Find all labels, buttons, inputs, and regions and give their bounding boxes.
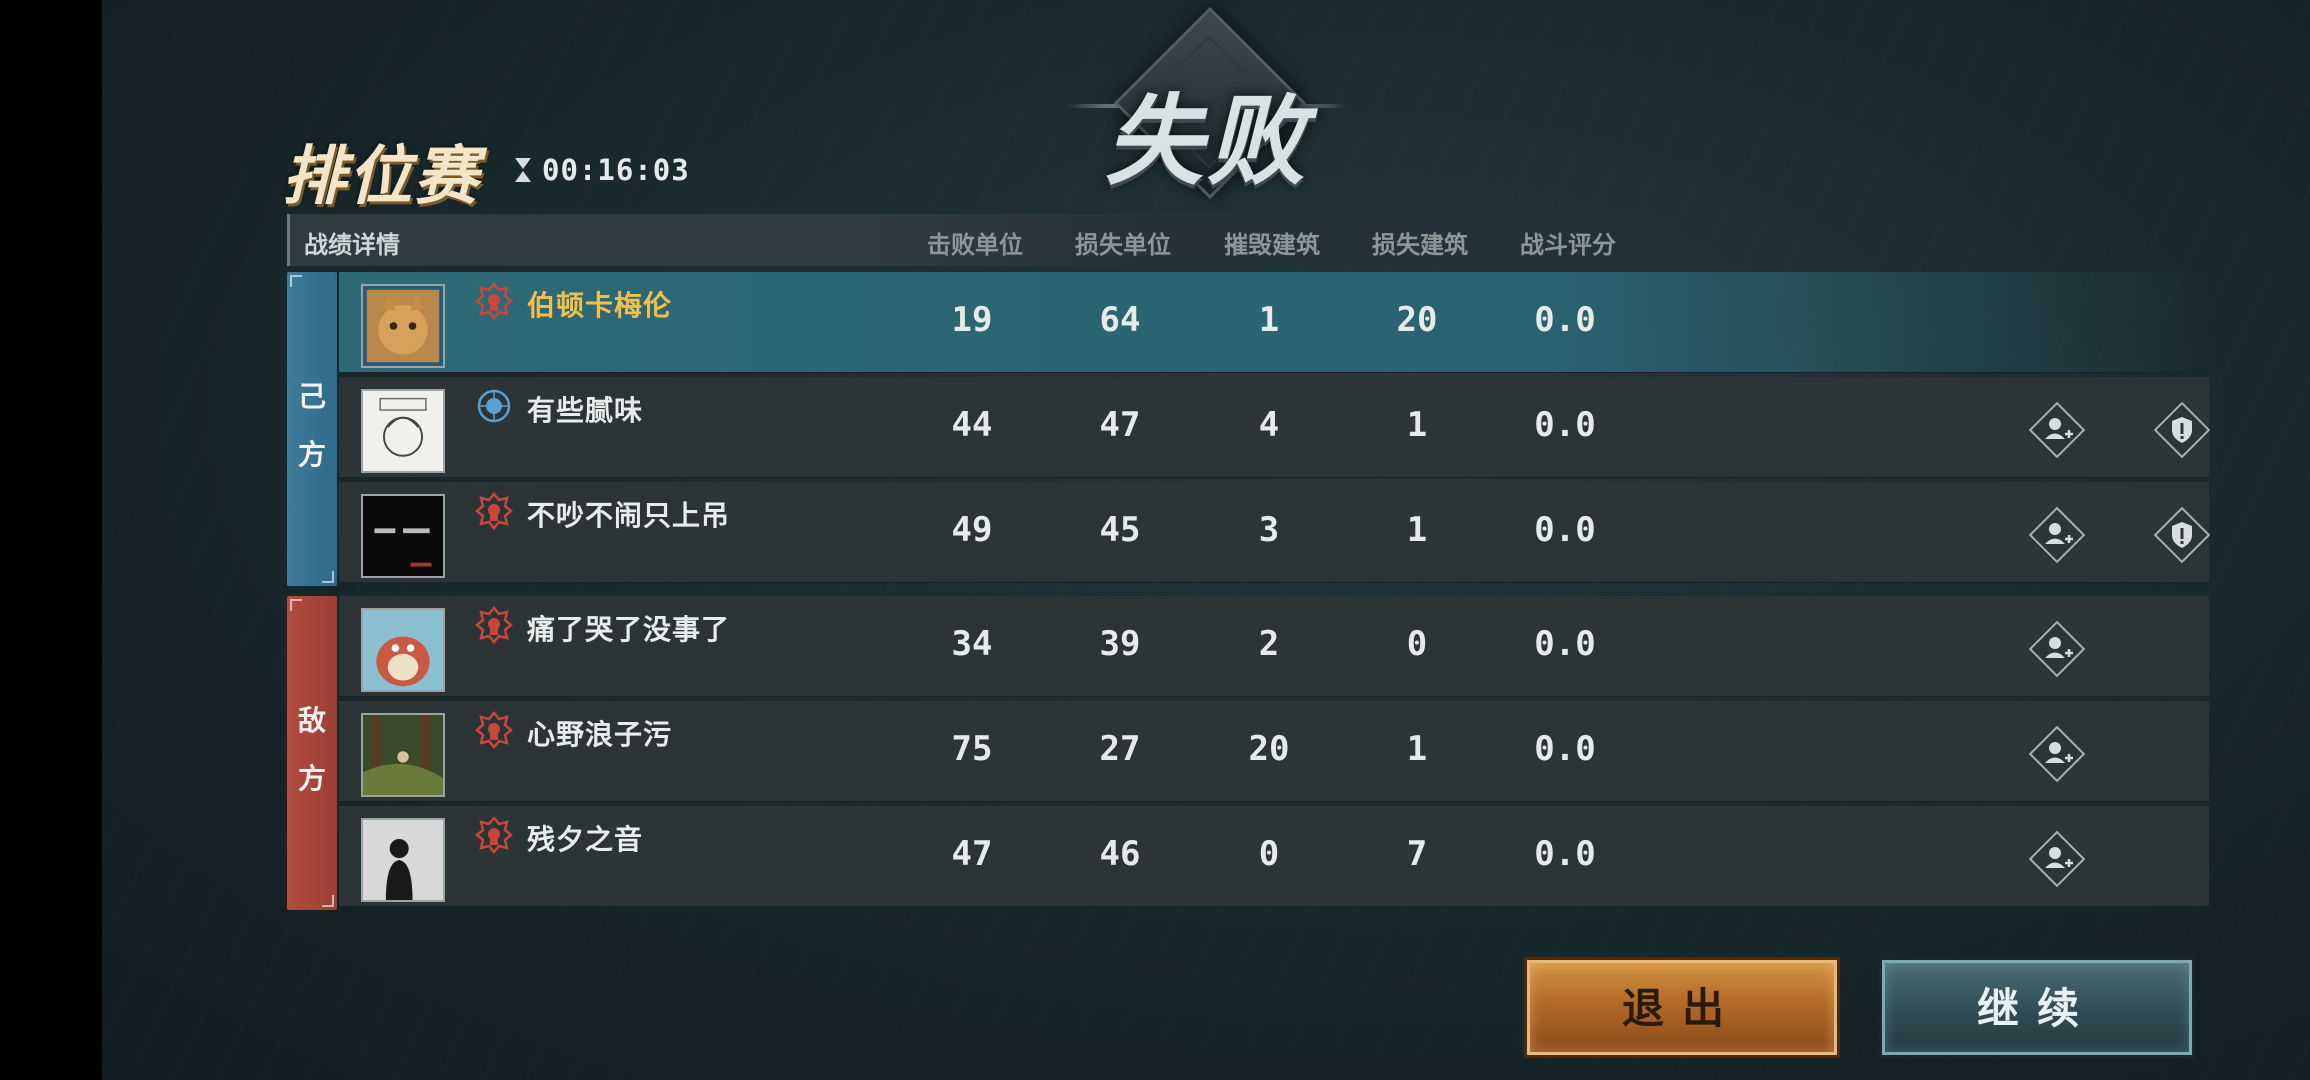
result-banner: 失败 bbox=[1067, 6, 1347, 210]
stat-lost-buildings: 1 bbox=[1406, 405, 1428, 445]
hourglass-icon bbox=[514, 158, 532, 182]
player-name: 不吵不闹只上吊 bbox=[527, 499, 731, 532]
continue-button[interactable]: 继续 bbox=[1882, 960, 2192, 1055]
stat-kills: 34 bbox=[951, 624, 993, 664]
player-name: 残夕之音 bbox=[527, 823, 644, 856]
stat-lost-buildings: 1 bbox=[1406, 729, 1428, 769]
stat-kills: 44 bbox=[951, 405, 993, 445]
stat-destroyed-buildings: 20 bbox=[1248, 729, 1290, 769]
game-screen: 失败 排位赛 00:16:03 战绩详情 击败单位 损失单位 摧毁建筑 损失建筑… bbox=[102, 0, 2310, 1080]
report-shield-icon bbox=[2172, 417, 2192, 443]
add-friend-button[interactable] bbox=[2028, 830, 2086, 888]
stat-lost-buildings: 7 bbox=[1406, 834, 1428, 874]
player-avatar[interactable] bbox=[361, 818, 445, 902]
stat-lost-buildings: 1 bbox=[1406, 510, 1428, 550]
player-row[interactable]: 不吵不闹只上吊 49 45 3 1 0.0 bbox=[339, 482, 2211, 583]
stat-score: 0.0 bbox=[1534, 624, 1596, 664]
column-header-score: 战斗评分 bbox=[1520, 231, 1616, 259]
add-friend-button[interactable] bbox=[2028, 401, 2086, 459]
stat-losses: 27 bbox=[1099, 729, 1141, 769]
result-title: 失败 bbox=[1104, 84, 1309, 199]
player-row[interactable]: 心野浪子污 75 27 20 1 0.0 bbox=[339, 701, 2209, 802]
red-rank-icon bbox=[475, 282, 513, 320]
stat-destroyed-buildings: 2 bbox=[1258, 624, 1280, 664]
section-label: 战绩详情 bbox=[304, 231, 400, 259]
stat-destroyed-buildings: 3 bbox=[1258, 510, 1280, 550]
stat-losses: 39 bbox=[1099, 624, 1141, 664]
player-name: 痛了哭了没事了 bbox=[527, 613, 731, 646]
stat-score: 0.0 bbox=[1534, 405, 1596, 445]
stat-losses: 46 bbox=[1099, 834, 1141, 874]
add-friend-icon bbox=[2045, 847, 2073, 868]
add-friend-icon bbox=[2045, 418, 2073, 439]
add-friend-icon bbox=[2045, 742, 2073, 763]
player-row-self[interactable]: 伯顿卡梅伦 19 64 1 20 0.0 bbox=[339, 272, 2209, 373]
player-row[interactable]: 残夕之音 47 46 0 7 0.0 bbox=[339, 806, 2209, 907]
stat-score: 0.0 bbox=[1534, 300, 1596, 340]
player-avatar[interactable] bbox=[361, 284, 445, 368]
add-friend-icon bbox=[2045, 637, 2073, 658]
stat-losses: 64 bbox=[1099, 300, 1141, 340]
ally-team-label: 己 方 bbox=[287, 272, 337, 586]
column-header-kills: 击败单位 bbox=[927, 231, 1023, 259]
stat-score: 0.0 bbox=[1534, 510, 1596, 550]
stat-kills: 75 bbox=[951, 729, 993, 769]
red-rank-icon bbox=[475, 816, 513, 854]
add-friend-icon bbox=[2045, 523, 2073, 544]
timer-text: 00:16:03 bbox=[542, 153, 690, 187]
stat-losses: 47 bbox=[1099, 405, 1141, 445]
stat-losses: 45 bbox=[1099, 510, 1141, 550]
player-avatar[interactable] bbox=[361, 608, 445, 692]
exit-button[interactable]: 退出 bbox=[1527, 960, 1837, 1055]
stat-kills: 47 bbox=[951, 834, 993, 874]
player-avatar[interactable] bbox=[361, 494, 445, 578]
report-shield-icon bbox=[2172, 522, 2192, 548]
report-button[interactable] bbox=[2153, 401, 2211, 459]
table-header: 战绩详情 击败单位 损失单位 摧毁建筑 损失建筑 战斗评分 bbox=[287, 214, 1730, 266]
column-header-lost-buildings: 损失建筑 bbox=[1372, 231, 1468, 259]
enemy-team-label: 敌 方 bbox=[287, 596, 337, 910]
match-mode-title: 排位赛 bbox=[282, 140, 480, 214]
stat-lost-buildings: 0 bbox=[1406, 624, 1428, 664]
red-rank-icon bbox=[475, 606, 513, 644]
blue-globe-rank-icon bbox=[477, 389, 511, 423]
add-friend-button[interactable] bbox=[2028, 620, 2086, 678]
player-avatar[interactable] bbox=[361, 713, 445, 797]
stat-kills: 49 bbox=[951, 510, 993, 550]
player-avatar[interactable] bbox=[361, 389, 445, 473]
stat-destroyed-buildings: 0 bbox=[1258, 834, 1280, 874]
stat-destroyed-buildings: 1 bbox=[1258, 300, 1280, 340]
red-rank-icon bbox=[475, 711, 513, 749]
column-header-destroyed-buildings: 摧毁建筑 bbox=[1224, 231, 1320, 259]
red-rank-icon bbox=[475, 492, 513, 530]
stat-score: 0.0 bbox=[1534, 729, 1596, 769]
stat-destroyed-buildings: 4 bbox=[1258, 405, 1280, 445]
player-name: 伯顿卡梅伦 bbox=[527, 289, 673, 322]
stat-lost-buildings: 20 bbox=[1396, 300, 1438, 340]
player-row[interactable]: 有些腻味 44 47 4 1 0.0 bbox=[339, 377, 2211, 478]
add-friend-button[interactable] bbox=[2028, 725, 2086, 783]
player-row[interactable]: 痛了哭了没事了 34 39 2 0 0.0 bbox=[339, 596, 2209, 697]
match-timer: 00:16:03 bbox=[514, 153, 690, 187]
player-name: 有些腻味 bbox=[527, 394, 644, 427]
report-button[interactable] bbox=[2153, 506, 2211, 564]
column-header-losses: 损失单位 bbox=[1075, 231, 1171, 259]
stat-score: 0.0 bbox=[1534, 834, 1596, 874]
stat-kills: 19 bbox=[951, 300, 993, 340]
player-name: 心野浪子污 bbox=[527, 718, 673, 751]
add-friend-button[interactable] bbox=[2028, 506, 2086, 564]
